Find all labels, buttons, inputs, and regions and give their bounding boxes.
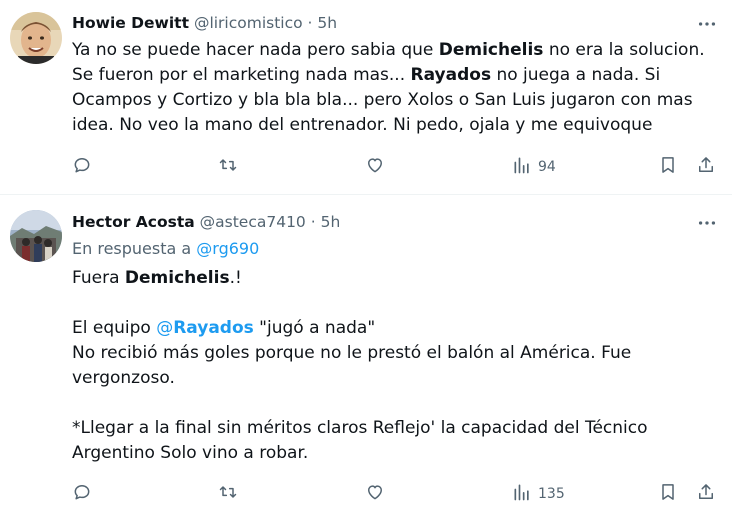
bold-text: Demichelis <box>438 40 544 60</box>
text-span: No recibió más goles porque no le prestó… <box>72 343 632 363</box>
text-line: Ocampos y Cortizo y bla bla bla... pero … <box>72 88 722 113</box>
text-span: *Llegar a la final sin méritos claros Re… <box>72 418 648 438</box>
views-button[interactable]: 94 <box>512 155 556 179</box>
mention-link[interactable]: @ <box>156 318 173 338</box>
reply-button[interactable] <box>72 155 92 179</box>
text-span: El equipo <box>72 318 157 338</box>
bookmark-button[interactable] <box>658 482 678 506</box>
reply-mention-link[interactable]: @rg690 <box>196 239 259 258</box>
text-span: .! <box>229 268 242 288</box>
bookmark-icon <box>658 482 678 506</box>
tweet-text: Fuera Demichelis.! El equipo @Rayados "ju… <box>72 266 722 466</box>
retweet-button[interactable] <box>218 482 238 506</box>
avatar[interactable] <box>10 210 62 262</box>
author-name[interactable]: Howie Dewitt <box>72 14 189 32</box>
timestamp[interactable]: 5h <box>321 213 341 231</box>
separator-dot: · <box>307 14 313 32</box>
bookmark-icon <box>658 155 678 179</box>
text-span: Ocampos y Cortizo y bla bla bla... pero … <box>72 90 693 110</box>
tweet[interactable]: Howie Dewitt @liricomistico · 5h Ya no s… <box>0 0 732 194</box>
separator-dot: · <box>310 213 316 231</box>
reply-button[interactable] <box>72 482 92 506</box>
share-icon <box>696 482 716 506</box>
bold-text: Rayados <box>410 65 492 85</box>
like-button[interactable] <box>365 155 385 179</box>
views-icon <box>512 155 532 179</box>
retweet-icon <box>218 155 238 179</box>
retweet-button[interactable] <box>218 155 238 179</box>
text-span: idea. No veo la mano del entrenador. Ni … <box>72 115 653 135</box>
action-bar: 135 <box>72 482 722 506</box>
tweet-header: Hector Acosta @asteca7410 · 5h <box>72 211 340 233</box>
text-span: no era la solucion. <box>543 40 705 60</box>
author-handle[interactable]: @liricomistico <box>194 14 303 32</box>
reply-prefix: En respuesta a <box>72 239 192 258</box>
tweet[interactable]: Hector Acosta @asteca7410 · 5h En respue… <box>0 196 732 512</box>
mention-link[interactable]: Rayados <box>173 318 254 338</box>
text-span: vergonzoso. <box>72 368 175 388</box>
avatar[interactable] <box>10 12 62 64</box>
share-button[interactable] <box>696 482 716 506</box>
text-line: *Llegar a la final sin méritos claros Re… <box>72 416 722 441</box>
reply-icon <box>72 155 92 179</box>
text-line: Argentino Solo vino a robar. <box>72 441 722 466</box>
author-handle[interactable]: @asteca7410 <box>200 213 306 231</box>
action-bar: 94 <box>72 155 722 179</box>
avatar-image <box>10 12 62 64</box>
text-span: Ya no se puede hacer nada pero sabia que <box>72 40 439 60</box>
text-line: Se fueron por el marketing nada mas... R… <box>72 63 722 88</box>
more-icon[interactable] <box>696 212 718 234</box>
text-line: Ya no se puede hacer nada pero sabia que… <box>72 38 722 63</box>
like-icon <box>365 482 385 506</box>
text-line: No recibió más goles porque no le prestó… <box>72 341 722 366</box>
text-line: El equipo @Rayados "jugó a nada" <box>72 316 722 341</box>
views-button[interactable]: 135 <box>512 482 565 506</box>
text-span: no juega a nada. Si <box>491 65 661 85</box>
share-button[interactable] <box>696 155 716 179</box>
text-span: "jugó a nada" <box>253 318 376 338</box>
views-count: 135 <box>538 486 565 502</box>
reply-icon <box>72 482 92 506</box>
text-line: Fuera Demichelis.! <box>72 266 722 291</box>
share-icon <box>696 155 716 179</box>
timestamp[interactable]: 5h <box>317 14 337 32</box>
tweet-header: Howie Dewitt @liricomistico · 5h <box>72 12 337 34</box>
more-icon[interactable] <box>696 13 718 35</box>
text-line: idea. No veo la mano del entrenador. Ni … <box>72 113 722 138</box>
tweet-text: Ya no se puede hacer nada pero sabia que… <box>72 38 722 138</box>
author-name[interactable]: Hector Acosta <box>72 213 195 231</box>
text-span: Se fueron por el marketing nada mas... <box>72 65 411 85</box>
views-count: 94 <box>538 159 556 175</box>
text-span: Argentino Solo vino a robar. <box>72 443 309 463</box>
bookmark-button[interactable] <box>658 155 678 179</box>
tweet-divider <box>0 194 732 195</box>
like-button[interactable] <box>365 482 385 506</box>
retweet-icon <box>218 482 238 506</box>
like-icon <box>365 155 385 179</box>
views-icon <box>512 482 532 506</box>
text-line: vergonzoso. <box>72 366 722 391</box>
reply-context: En respuesta a @rg690 <box>72 238 259 260</box>
bold-text: Demichelis <box>124 268 230 288</box>
avatar-image <box>10 210 62 262</box>
text-span: Fuera <box>72 268 125 288</box>
